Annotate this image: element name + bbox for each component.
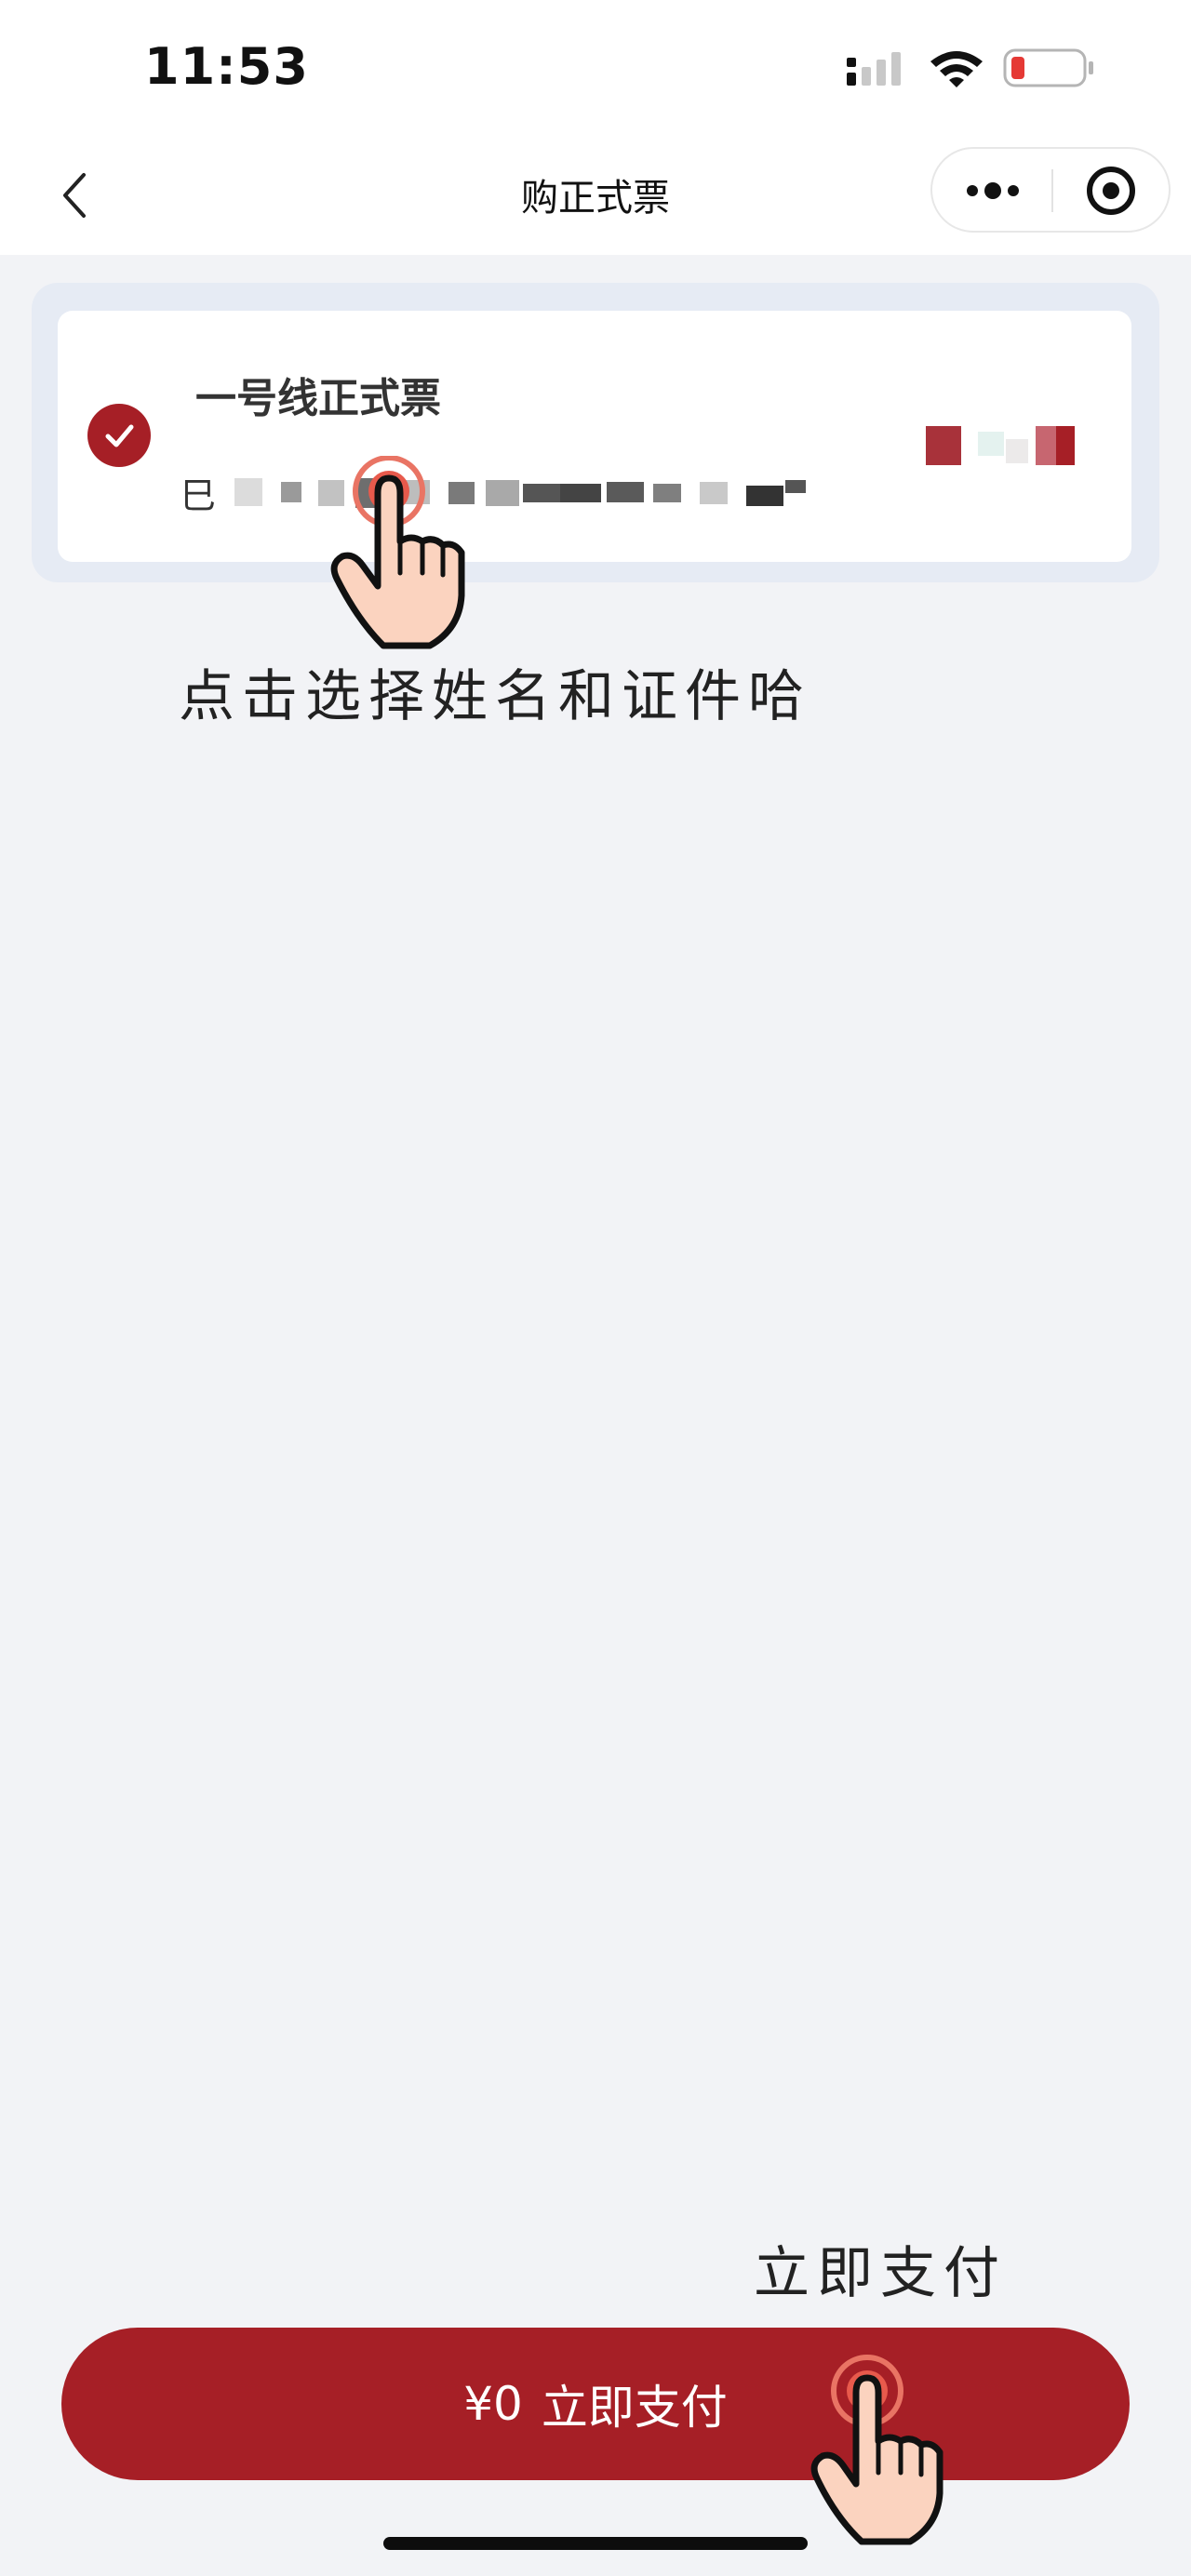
hand-pointer-icon (810, 2355, 943, 2545)
pay-now-button[interactable]: ¥0 立即支付 (61, 2328, 1130, 2480)
hand-pointer-icon (330, 456, 465, 649)
status-icons (847, 45, 1098, 100)
mini-program-capsule (930, 147, 1171, 233)
redacted-holder-info (234, 478, 806, 508)
close-mini-program-button[interactable] (1055, 151, 1167, 231)
target-icon (1087, 167, 1135, 215)
capsule-divider (1051, 169, 1053, 212)
wifi-icon (930, 51, 983, 87)
battery-icon (1003, 48, 1093, 87)
status-bar: 11:53 (0, 0, 1191, 140)
signal-icon (847, 52, 901, 86)
ticket-card[interactable]: 一号线正式票 巳 (58, 311, 1131, 562)
ticket-name: 一号线正式票 (195, 375, 441, 422)
ticket-holder-prefix: 巳 (181, 475, 217, 516)
home-indicator[interactable] (383, 2537, 808, 2550)
selected-check[interactable] (87, 404, 151, 467)
status-time: 11:53 (144, 37, 309, 96)
check-icon (105, 424, 134, 447)
pay-hint-annotation: 立即支付 (754, 2241, 1007, 2306)
nav-bar: 购正式票 (0, 140, 1191, 255)
pay-price: ¥0 (463, 2377, 523, 2431)
pay-label: 立即支付 (541, 2381, 728, 2435)
more-button[interactable] (934, 151, 1051, 231)
redacted-ticket-info (926, 426, 1075, 465)
more-icon (967, 182, 1019, 199)
select-hint-annotation: 点击选择姓名和证件哈 (179, 664, 811, 729)
